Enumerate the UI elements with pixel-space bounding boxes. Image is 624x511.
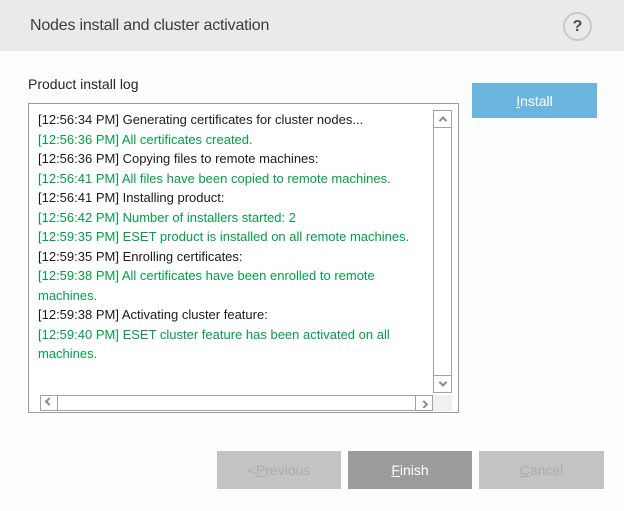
log-timestamp: [12:56:36 PM] bbox=[38, 151, 119, 166]
log-message: All certificates created. bbox=[122, 132, 253, 147]
log-timestamp: [12:56:41 PM] bbox=[38, 190, 119, 205]
chevron-down-icon bbox=[438, 378, 446, 386]
log-entry: [12:56:36 PM] All certificates created. bbox=[38, 130, 428, 150]
question-mark-icon: ? bbox=[573, 19, 583, 35]
scroll-right-button[interactable] bbox=[415, 396, 432, 410]
previous-button[interactable]: < Previous bbox=[217, 451, 341, 489]
chevron-left-icon bbox=[45, 397, 53, 405]
log-entry: [12:56:41 PM] All files have been copied… bbox=[38, 169, 428, 189]
log-timestamp: [12:56:34 PM] bbox=[38, 112, 119, 127]
cancel-button[interactable]: Cancel bbox=[479, 451, 604, 489]
install-button[interactable]: Install bbox=[472, 83, 597, 118]
log-message: Installing product: bbox=[123, 190, 225, 205]
log-timestamp: [12:59:35 PM] bbox=[38, 229, 119, 244]
scroll-up-button[interactable] bbox=[434, 111, 451, 128]
scrollbar-corner bbox=[433, 395, 452, 411]
install-log-box[interactable]: [12:56:34 PM] Generating certificates fo… bbox=[28, 103, 459, 413]
horizontal-scrollbar[interactable] bbox=[40, 395, 433, 411]
log-message: ESET product is installed on all remote … bbox=[123, 229, 410, 244]
log-entry: [12:56:41 PM] Installing product: bbox=[38, 188, 428, 208]
header: Nodes install and cluster activation ? bbox=[0, 0, 624, 51]
log-timestamp: [12:56:42 PM] bbox=[38, 210, 119, 225]
scroll-left-button[interactable] bbox=[41, 396, 58, 410]
log-entry: [12:56:34 PM] Generating certificates fo… bbox=[38, 110, 428, 130]
help-button[interactable]: ? bbox=[563, 12, 592, 41]
log-content[interactable]: [12:56:34 PM] Generating certificates fo… bbox=[29, 104, 428, 394]
log-entry: [12:59:38 PM] Activating cluster feature… bbox=[38, 305, 428, 325]
page-title: Nodes install and cluster activation bbox=[30, 0, 269, 51]
log-timestamp: [12:59:35 PM] bbox=[38, 249, 119, 264]
log-entry: [12:56:36 PM] Copying files to remote ma… bbox=[38, 149, 428, 169]
log-message: Generating certificates for cluster node… bbox=[123, 112, 364, 127]
log-timestamp: [12:56:36 PM] bbox=[38, 132, 119, 147]
log-entry: [12:56:42 PM] Number of installers start… bbox=[38, 208, 428, 228]
log-message: Activating cluster feature: bbox=[122, 307, 268, 322]
log-message: Enrolling certificates: bbox=[123, 249, 243, 264]
chevron-up-icon bbox=[438, 116, 446, 124]
log-timestamp: [12:59:40 PM] bbox=[38, 327, 119, 342]
log-message: All files have been copied to remote mac… bbox=[122, 171, 391, 186]
log-message: Number of installers started: 2 bbox=[123, 210, 296, 225]
scroll-down-button[interactable] bbox=[434, 375, 451, 392]
vertical-scrollbar[interactable] bbox=[433, 110, 452, 393]
chevron-right-icon bbox=[420, 400, 428, 408]
log-timestamp: [12:56:41 PM] bbox=[38, 171, 119, 186]
finish-button[interactable]: Finish bbox=[348, 451, 472, 489]
log-message: Copying files to remote machines: bbox=[123, 151, 319, 166]
log-timestamp: [12:59:38 PM] bbox=[38, 307, 119, 322]
log-entry: [12:59:35 PM] Enrolling certificates: bbox=[38, 247, 428, 267]
log-entry: [12:59:38 PM] All certificates have been… bbox=[38, 266, 428, 305]
log-entry: [12:59:40 PM] ESET cluster feature has b… bbox=[38, 325, 428, 364]
log-timestamp: [12:59:38 PM] bbox=[38, 268, 119, 283]
log-entry: [12:59:35 PM] ESET product is installed … bbox=[38, 227, 428, 247]
log-label: Product install log bbox=[28, 76, 139, 92]
wizard-window: Nodes install and cluster activation ? P… bbox=[0, 0, 624, 511]
